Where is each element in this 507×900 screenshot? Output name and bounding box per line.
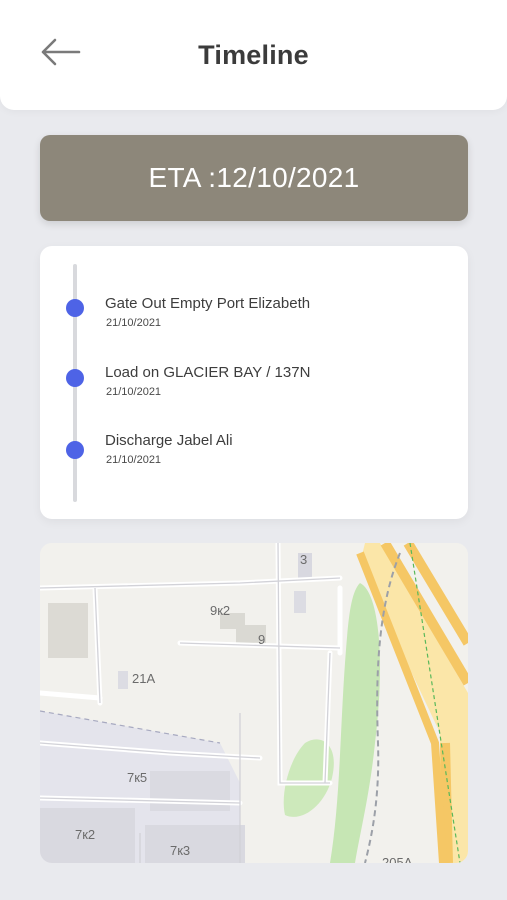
timeline-event: Discharge Jabel Ali 21/10/2021 [40,432,468,480]
timeline-dot [66,441,84,459]
eta-text: ETA :12/10/2021 [148,162,360,193]
eta-banner: ETA :12/10/2021 [40,135,468,221]
app-header: Timeline [0,0,507,110]
map-label: 9к2 [210,603,230,618]
map-label: 7к3 [170,843,190,858]
map-label: 21A [132,671,155,686]
map-label: 7к5 [127,770,147,785]
timeline-event: Load on GLACIER BAY / 137N 21/10/2021 [40,364,468,412]
timeline-dot [66,299,84,317]
timeline-dot [66,369,84,387]
map-label: 3 [300,552,307,567]
map-view[interactable]: 3 9к2 9 21A 7к5 7к2 7к3 205A [40,543,468,863]
event-title: Load on GLACIER BAY / 137N [105,364,311,381]
timeline-card: Gate Out Empty Port Elizabeth 21/10/2021… [40,246,468,519]
event-date: 21/10/2021 [106,454,162,466]
timeline-screen: Timeline ETA :12/10/2021 Gate Out Empty … [0,0,507,900]
timeline-event: Gate Out Empty Port Elizabeth 21/10/2021 [40,295,468,343]
page-title: Timeline [198,40,309,70]
map-canvas: 3 9к2 9 21A 7к5 7к2 7к3 205A [40,543,468,863]
event-date: 21/10/2021 [106,386,162,398]
event-title: Gate Out Empty Port Elizabeth [105,295,311,312]
event-title: Discharge Jabel Ali [105,432,233,449]
map-label: 7к2 [75,827,95,842]
map-label: 9 [258,632,265,647]
map-label: 205A [382,855,413,863]
event-date: 21/10/2021 [106,317,162,329]
